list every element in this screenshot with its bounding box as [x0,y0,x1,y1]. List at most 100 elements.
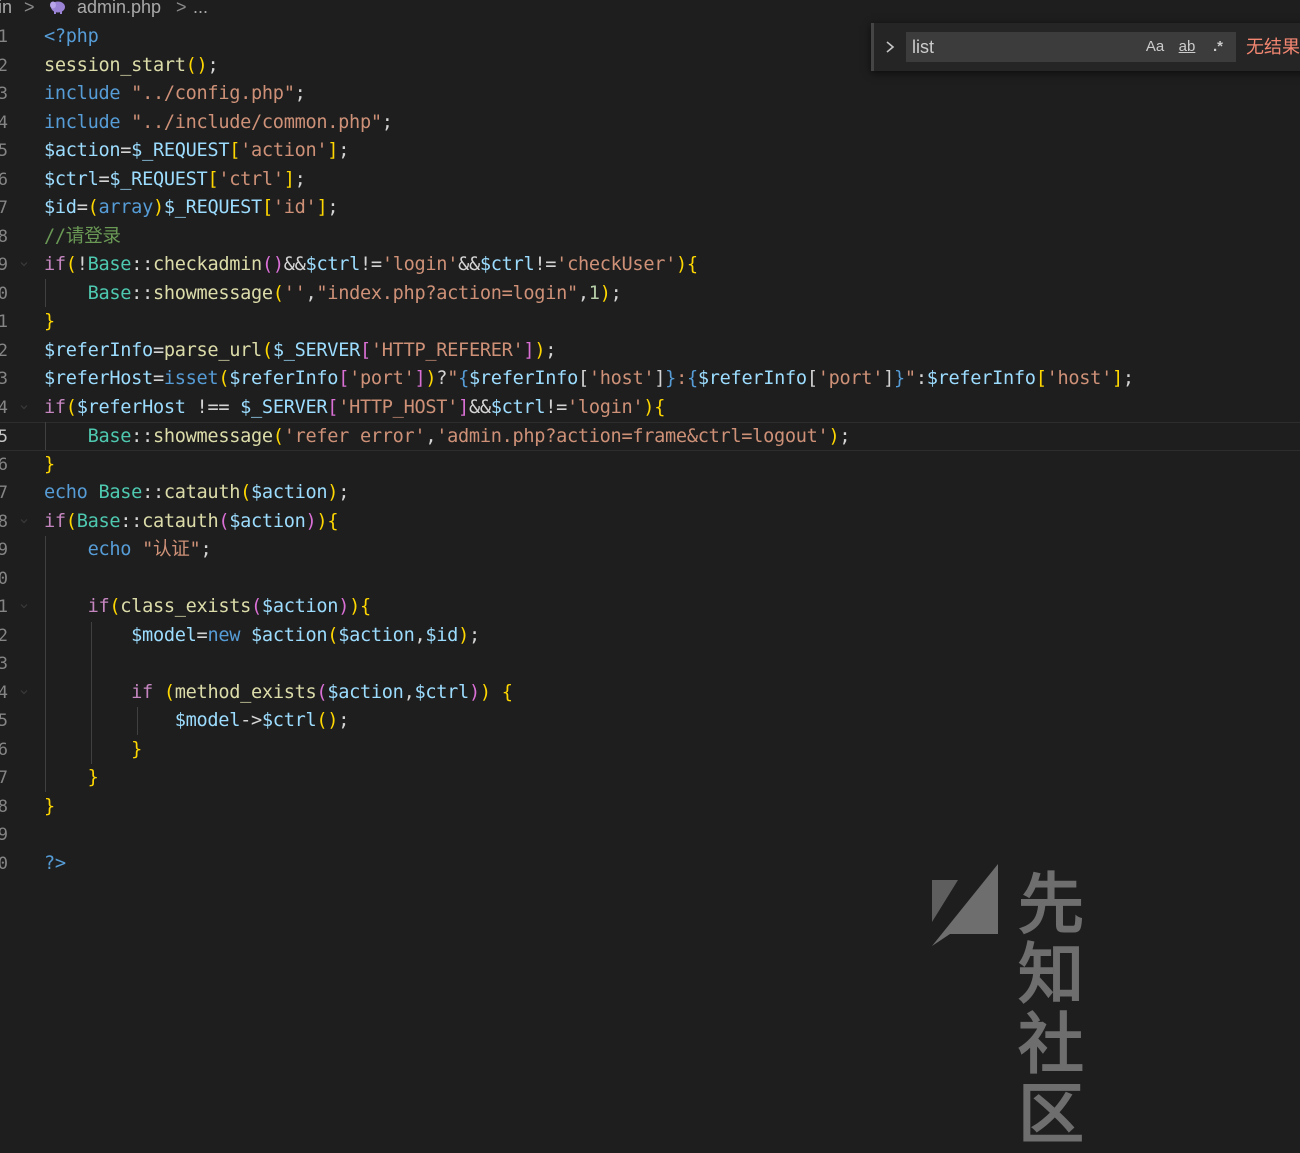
code-line[interactable]: 1} [0,308,1300,337]
code-text[interactable]: $model->$ctrl(); [44,707,350,736]
match-case-toggle[interactable]: Aa [1143,36,1167,58]
code-line[interactable]: 7 echo Base::catauth($action); [0,479,1300,508]
code-text[interactable]: <?php [44,23,99,52]
code-text[interactable]: } [44,793,55,822]
code-line[interactable]: 4 include "../include/common.php"; [0,109,1300,138]
line-number: 9 [0,540,8,560]
code-text[interactable]: $action=$_REQUEST['action']; [44,137,349,166]
code-line[interactable]: 0 Base::showmessage('',"index.php?action… [0,280,1300,309]
code-line[interactable]: 0 [0,565,1300,594]
code-line[interactable]: 7 } [0,764,1300,793]
line-number: 5 [0,711,8,731]
code-text[interactable]: $referHost=isset($referInfo['port'])?"{$… [44,365,1134,394]
find-results-status: 无结果 [1246,37,1300,57]
fold-chevron-icon[interactable] [20,517,28,525]
code-line[interactable]: 8 if(Base::catauth($action)){ [0,508,1300,537]
line-number: 7 [0,198,8,218]
code-line[interactable]: 9 if(!Base::checkadmin()&&$ctrl!='login'&… [0,251,1300,280]
code-text[interactable]: echo Base::catauth($action); [44,479,349,508]
breadcrumb-separator: > [176,0,187,17]
code-text[interactable]: echo "认证"; [44,536,212,565]
code-line[interactable]: 1 if(class_exists($action)){ [0,593,1300,622]
code-text[interactable]: if(Base::catauth($action)){ [44,508,339,537]
code-text[interactable]: Base::showmessage('',"index.php?action=l… [44,280,622,309]
line-number: 1 [0,597,8,617]
code-line[interactable]: 6} [0,451,1300,480]
line-number: 1 [0,312,8,332]
code-line[interactable]: 7 $id=(array)$_REQUEST['id']; [0,194,1300,223]
code-text[interactable]: Base::showmessage('refer error','admin.p… [44,423,851,452]
breadcrumb-file-name[interactable]: admin.php [77,0,161,16]
line-number: 9 [0,825,8,845]
watermark-text: 先知社区 [1018,866,1084,1153]
code-line[interactable]: 0 ?> [0,850,1300,879]
code-line[interactable]: 2 $referInfo=parse_url($_SERVER['HTTP_REF… [0,337,1300,366]
code-text[interactable]: } [44,308,55,337]
code-text[interactable]: $model=new $action($action,$id); [44,622,480,651]
code-text[interactable]: //请登录 [44,223,121,252]
line-number: 0 [0,853,8,874]
line-number: 9 [0,255,8,275]
code-line[interactable]: 3 include "../config.php"; [0,80,1300,109]
php-elephant-icon [50,1,65,14]
breadcrumb-more[interactable]: ... [193,0,208,16]
regex-toggle[interactable]: .* [1207,36,1229,58]
fold-chevron-icon[interactable] [20,403,28,411]
line-number: 4 [0,397,8,418]
code-line[interactable]: 3 $referHost=isset($referInfo['port'])?"{… [0,365,1300,394]
code-text[interactable]: } [44,736,142,765]
fold-chevron-icon[interactable] [20,688,28,696]
code-line[interactable]: 5 $model->$ctrl(); [0,707,1300,736]
whole-word-toggle[interactable]: ab [1173,36,1201,58]
code-text[interactable]: if($referHost !== $_SERVER['HTTP_HOST']&… [44,394,665,423]
line-number: 3 [0,654,8,674]
fold-chevron-icon[interactable] [20,602,28,610]
code-text[interactable]: include "../config.php"; [44,80,306,109]
line-number: 8 [0,511,8,532]
breadcrumb-segment[interactable]: in [0,0,12,16]
code-line[interactable]: 4 if (method_exists($action,$ctrl)) { [0,679,1300,708]
line-number: 6 [0,454,8,475]
line-number: 5 [0,141,8,161]
line-number: 7 [0,768,8,788]
code-line[interactable]: 8 //请登录 [0,223,1300,252]
code-text[interactable]: } [44,764,99,793]
code-text[interactable]: ?> [44,850,66,879]
code-text[interactable]: if (method_exists($action,$ctrl)) { [44,679,513,708]
line-number: 4 [0,112,8,133]
code-text[interactable]: $referInfo=parse_url($_SERVER['HTTP_REFE… [44,337,556,366]
code-text[interactable]: include "../include/common.php"; [44,109,393,138]
fold-chevron-icon[interactable] [20,260,28,268]
line-number: 0 [0,283,8,304]
line-number: 8 [0,226,8,247]
line-number: 2 [0,340,8,361]
line-number: 0 [0,568,8,589]
code-line[interactable]: 4 if($referHost !== $_SERVER['HTTP_HOST']… [0,394,1300,423]
code-line[interactable]: 6 $ctrl=$_REQUEST['ctrl']; [0,166,1300,195]
code-line[interactable]: 5 Base::showmessage('refer error','admin… [0,422,1300,451]
line-number: 1 [0,27,8,47]
code-text[interactable]: $ctrl=$_REQUEST['ctrl']; [44,166,306,195]
code-text[interactable]: if(class_exists($action)){ [44,593,372,622]
line-number: 5 [0,427,8,447]
watermark: 先知社区 [928,862,1084,1150]
xianzhi-logo-icon [932,864,998,946]
line-number: 3 [0,369,8,389]
code-line[interactable]: 9 echo "认证"; [0,536,1300,565]
indent-guide [45,536,46,792]
code-text[interactable]: session_start(); [44,52,219,81]
chevron-right-icon[interactable] [883,37,897,57]
code-line[interactable]: 2 $model=new $action($action,$id); [0,622,1300,651]
code-text[interactable]: $id=(array)$_REQUEST['id']; [44,194,339,223]
code-text[interactable]: } [44,451,55,480]
line-number: 8 [0,796,8,817]
code-line[interactable]: 6 } [0,736,1300,765]
indent-guide [45,279,46,307]
code-line[interactable]: 9 [0,821,1300,850]
code-text[interactable]: if(!Base::checkadmin()&&$ctrl!='login'&&… [44,251,698,280]
line-number: 6 [0,739,8,760]
code-line[interactable]: 8} [0,793,1300,822]
breadcrumb: in > admin.php > ... [0,0,1300,20]
code-line[interactable]: 5 $action=$_REQUEST['action']; [0,137,1300,166]
code-line[interactable]: 3 [0,650,1300,679]
